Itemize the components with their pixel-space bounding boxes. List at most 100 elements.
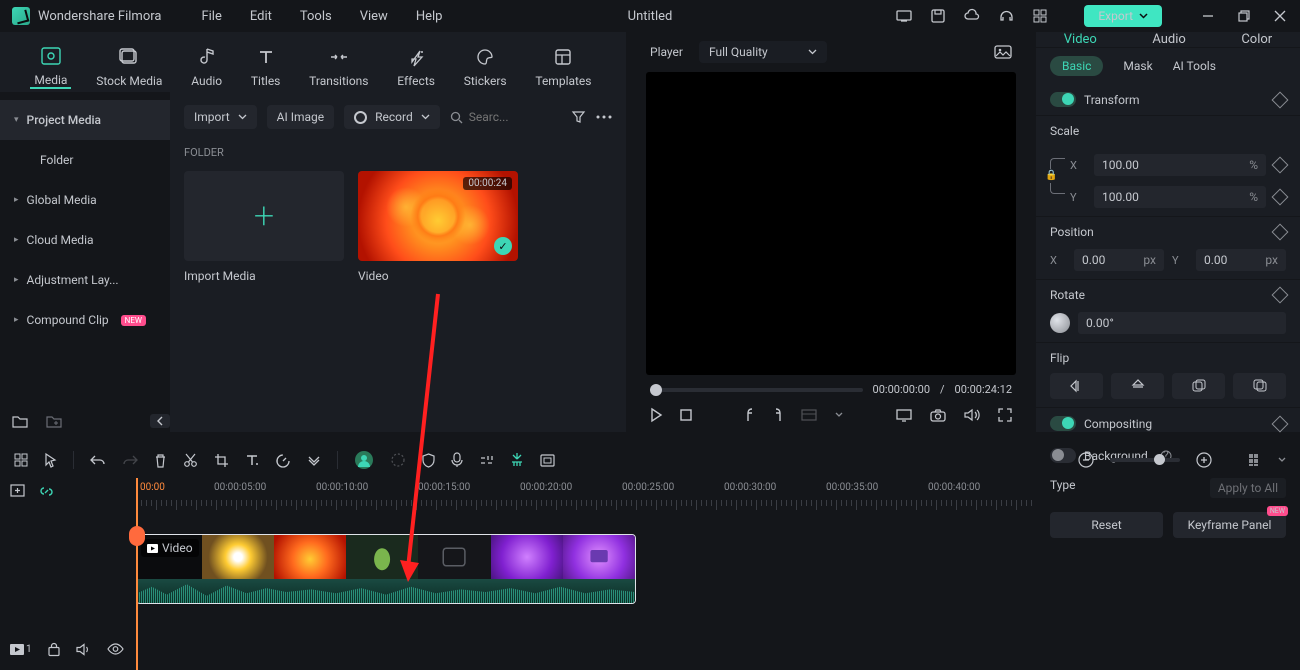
add-track-icon[interactable] <box>10 484 25 499</box>
aspect-icon[interactable] <box>801 409 817 421</box>
sidebar-cloud-media[interactable]: ▸Cloud Media <box>0 220 170 260</box>
snapshot-icon[interactable] <box>994 45 1012 59</box>
stop-icon[interactable] <box>680 409 692 421</box>
menu-help[interactable]: Help <box>416 9 443 24</box>
sidebar-folder[interactable]: Folder <box>0 140 170 180</box>
sidebar-project-media[interactable]: ▾Project Media <box>0 100 170 140</box>
keyframe-icon[interactable] <box>1272 189 1289 206</box>
tab-audio[interactable]: Audio <box>187 46 226 88</box>
new-folder-icon[interactable] <box>12 414 28 428</box>
playhead[interactable] <box>136 478 138 670</box>
keyframe-icon[interactable] <box>1272 157 1289 174</box>
tab-effects[interactable]: Effects <box>393 46 439 88</box>
menu-tools[interactable]: Tools <box>300 9 332 24</box>
more-tools-icon[interactable] <box>307 455 321 465</box>
menu-edit[interactable]: Edit <box>250 9 272 24</box>
link-scale-icon[interactable]: 🔒 <box>1050 158 1064 194</box>
cloud-icon[interactable] <box>964 8 980 24</box>
flip-horizontal-button[interactable] <box>1050 373 1103 399</box>
view-grid-icon[interactable] <box>1248 453 1262 467</box>
compositing-toggle[interactable] <box>1050 416 1076 431</box>
more-icon[interactable] <box>596 115 612 119</box>
volume-icon[interactable] <box>964 408 980 422</box>
flip-vertical-button[interactable] <box>1111 373 1164 399</box>
quality-dropdown[interactable]: Full Quality <box>699 41 827 63</box>
prop-tab-color[interactable]: Color <box>1241 32 1272 47</box>
audio-mix-icon[interactable] <box>479 454 494 467</box>
import-media-card[interactable]: + Import Media <box>184 171 344 283</box>
hide-track-icon[interactable] <box>107 643 124 655</box>
subtab-ai-tools[interactable]: AI Tools <box>1173 59 1216 73</box>
scale-y-input[interactable]: 100.00% <box>1094 186 1266 208</box>
minimize-icon[interactable] <box>1200 8 1216 24</box>
keyframe-icon[interactable] <box>1272 287 1289 304</box>
crop-icon[interactable] <box>214 453 229 468</box>
mute-track-icon[interactable] <box>76 643 91 656</box>
new-bin-icon[interactable] <box>46 414 62 428</box>
camera-icon[interactable] <box>930 409 946 422</box>
record-dropdown[interactable]: Record <box>344 105 440 129</box>
prop-tab-audio[interactable]: Audio <box>1152 32 1185 47</box>
transform-toggle[interactable] <box>1050 92 1076 107</box>
select-icon[interactable] <box>44 453 57 468</box>
save-icon[interactable] <box>930 8 946 24</box>
link-icon[interactable] <box>39 484 54 499</box>
zoom-slider[interactable] <box>1110 458 1180 462</box>
play-icon[interactable] <box>650 408 662 422</box>
support-icon[interactable] <box>998 8 1014 24</box>
undo-icon[interactable] <box>90 454 106 466</box>
position-y-input[interactable]: 0.00px <box>1196 249 1286 271</box>
zoom-in-icon[interactable] <box>1196 452 1212 468</box>
lock-track-icon[interactable] <box>48 642 60 656</box>
timeline-clip[interactable]: Video <box>136 534 636 604</box>
import-dropdown[interactable]: Import <box>184 105 257 129</box>
tab-stock-media[interactable]: Stock Media <box>92 46 166 88</box>
device-icon[interactable] <box>896 8 912 24</box>
keyframe-icon[interactable] <box>1272 415 1289 432</box>
timeline-ruler[interactable]: 00:00 00:00:05:00 00:00:10:00 00:00:15:0… <box>136 478 1300 514</box>
video-clip-card[interactable]: 00:00:24 ✓ Video <box>358 171 518 283</box>
export-button[interactable]: Export <box>1084 5 1162 27</box>
filter-icon[interactable] <box>571 110 586 124</box>
background-toggle[interactable] <box>1050 448 1076 463</box>
sidebar-adjustment-layer[interactable]: ▸Adjustment Lay... <box>0 260 170 300</box>
render-icon[interactable] <box>540 454 555 467</box>
maximize-icon[interactable] <box>1236 8 1252 24</box>
chevron-down-icon[interactable] <box>835 412 843 418</box>
tab-stickers[interactable]: Stickers <box>460 46 511 88</box>
zoom-out-icon[interactable] <box>1078 452 1094 468</box>
ai-avatar-icon[interactable] <box>354 450 374 470</box>
mic-icon[interactable] <box>451 452 463 468</box>
scale-x-input[interactable]: 100.00% <box>1094 154 1266 176</box>
flip-copy2-button[interactable] <box>1233 373 1286 399</box>
mark-out-icon[interactable] <box>773 408 783 422</box>
grid-icon[interactable] <box>14 453 28 467</box>
keyframe-icon[interactable] <box>1272 224 1289 241</box>
tab-templates[interactable]: Templates <box>531 46 595 88</box>
fullscreen-icon[interactable] <box>998 408 1012 422</box>
tab-transitions[interactable]: Transitions <box>305 46 372 88</box>
sidebar-global-media[interactable]: ▸Global Media <box>0 180 170 220</box>
delete-icon[interactable] <box>154 453 167 468</box>
cut-icon[interactable] <box>183 453 198 468</box>
flip-copy1-button[interactable] <box>1172 373 1225 399</box>
redo-icon[interactable] <box>122 454 138 466</box>
preview-viewport[interactable] <box>646 72 1016 375</box>
apps-icon[interactable] <box>1032 8 1048 24</box>
chevron-down-icon[interactable] <box>1278 457 1286 463</box>
rotate-input[interactable]: 0.00° <box>1078 312 1286 334</box>
rotate-knob[interactable] <box>1050 313 1070 333</box>
close-icon[interactable] <box>1272 8 1288 24</box>
tab-titles[interactable]: Titles <box>247 46 284 88</box>
marker-icon[interactable] <box>510 452 524 468</box>
color-icon[interactable] <box>390 452 406 468</box>
tab-media[interactable]: Media <box>30 45 71 89</box>
ai-image-button[interactable]: AI Image <box>267 105 334 129</box>
menu-file[interactable]: File <box>201 9 221 24</box>
keyframe-icon[interactable] <box>1272 91 1289 108</box>
collapse-sidebar-icon[interactable] <box>150 414 170 428</box>
display-icon[interactable] <box>896 409 912 422</box>
prop-tab-video[interactable]: Video <box>1064 32 1097 47</box>
speed-icon[interactable] <box>275 453 291 467</box>
shield-icon[interactable] <box>422 453 435 468</box>
